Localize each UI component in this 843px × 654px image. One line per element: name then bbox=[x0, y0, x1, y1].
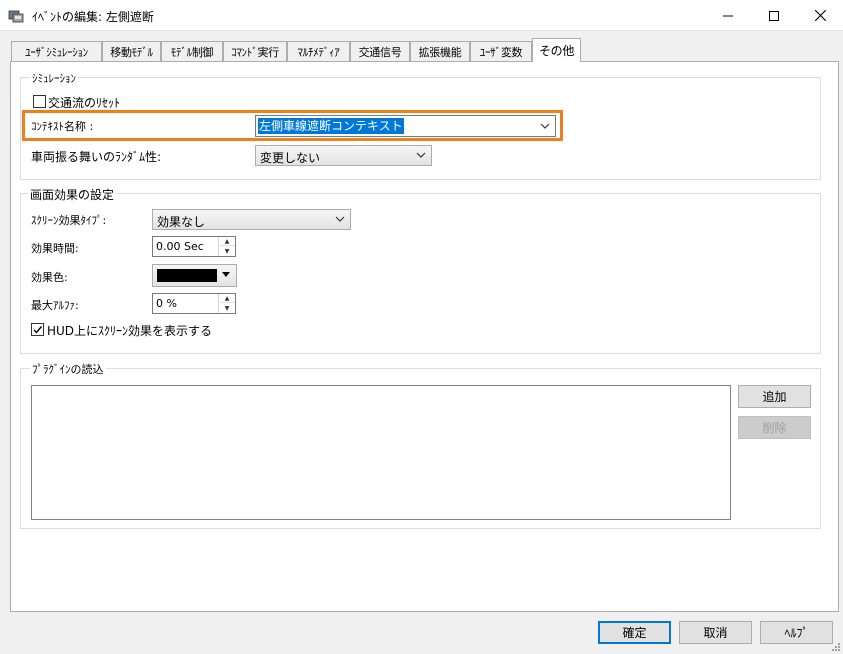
tab-user-variables[interactable]: ﾕｰｻﾞ変数 bbox=[470, 41, 532, 61]
color-swatch bbox=[157, 269, 217, 282]
randomness-value: 変更しない bbox=[260, 151, 321, 165]
spin-down-icon[interactable]: ▼ bbox=[219, 304, 235, 313]
tab-extensions[interactable]: 拡張機能 bbox=[410, 41, 470, 61]
randomness-label: 車両振る舞いのﾗﾝﾀﾞﾑ性: bbox=[31, 150, 162, 164]
effect-duration-spinner[interactable]: 0.00 Sec ▲ ▼ bbox=[152, 236, 236, 257]
close-icon bbox=[814, 10, 826, 21]
chevron-down-icon bbox=[416, 152, 426, 158]
chevron-down-icon bbox=[540, 123, 550, 129]
tab-command-execution[interactable]: ｺﾏﾝﾄﾞ実行 bbox=[223, 41, 287, 61]
simulation-legend: ｼﾐｭﾚｰｼｮﾝ bbox=[30, 70, 78, 86]
hud-effect-label: HUD上にｽｸﾘｰﾝ効果を表示する bbox=[47, 324, 213, 338]
tab-user-simulation[interactable]: ﾕｰｻﾞｼﾐｭﾚｰｼｮﾝ bbox=[11, 41, 102, 61]
screen-effect-type-value: 効果なし bbox=[157, 215, 206, 229]
minimize-icon bbox=[723, 15, 733, 16]
ok-button[interactable]: 確定 bbox=[598, 621, 671, 644]
tab-movement-model[interactable]: 移動ﾓﾃﾞﾙ bbox=[102, 41, 161, 61]
tab-other[interactable]: その他 bbox=[532, 38, 581, 62]
help-button[interactable]: ﾍﾙﾌﾟ bbox=[760, 621, 833, 644]
spin-up-icon[interactable]: ▲ bbox=[219, 294, 235, 303]
maximize-icon bbox=[769, 10, 779, 21]
effect-color-label: 効果色: bbox=[31, 271, 68, 284]
plugins-list[interactable] bbox=[31, 385, 731, 520]
screen-effect-legend: 画面効果の設定 bbox=[28, 186, 117, 203]
tab-multimedia[interactable]: ﾏﾙﾁﾒﾃﾞｨｱ bbox=[287, 41, 350, 61]
effect-duration-value: 0.00 Sec bbox=[156, 240, 204, 253]
checkmark-icon bbox=[33, 326, 43, 334]
tab-model-control[interactable]: ﾓﾃﾞﾙ制御 bbox=[161, 41, 223, 61]
effect-duration-label: 効果時間: bbox=[31, 242, 79, 255]
spin-up-icon[interactable]: ▲ bbox=[219, 237, 235, 246]
spin-down-icon[interactable]: ▼ bbox=[219, 247, 235, 256]
hud-effect-checkbox[interactable] bbox=[31, 323, 44, 336]
close-button[interactable] bbox=[797, 0, 843, 31]
reset-traffic-checkbox[interactable] bbox=[33, 95, 46, 108]
plugins-legend: ﾌﾟﾗｸﾞｲﾝの読込 bbox=[30, 361, 106, 377]
chevron-down-icon bbox=[335, 216, 345, 222]
context-name-label: ｺﾝﾃｷｽﾄ名称 : bbox=[31, 120, 94, 133]
max-alpha-value: 0 % bbox=[156, 297, 177, 310]
title-bar: ｲﾍﾞﾝﾄの編集: 左側遮断 bbox=[0, 0, 843, 31]
maximize-button[interactable] bbox=[751, 0, 797, 31]
context-name-value: 左側車線遮断コンテキスト bbox=[258, 118, 404, 134]
reset-traffic-label: 交通流のﾘｾｯﾄ bbox=[48, 96, 121, 110]
screen-effect-type-dropdown[interactable]: 効果なし bbox=[152, 209, 351, 230]
cancel-button[interactable]: 取消 bbox=[679, 621, 752, 644]
add-plugin-button[interactable]: 追加 bbox=[738, 385, 811, 408]
screen-effect-type-label: ｽｸﾘｰﾝ効果ﾀｲﾌﾟ: bbox=[31, 214, 107, 227]
randomness-dropdown[interactable]: 変更しない bbox=[255, 145, 432, 166]
dropdown-arrow-icon bbox=[222, 272, 230, 277]
size-grip-icon[interactable] bbox=[830, 641, 841, 652]
context-name-combobox[interactable]: 左側車線遮断コンテキスト bbox=[255, 115, 556, 137]
max-alpha-spinner[interactable]: 0 % ▲ ▼ bbox=[152, 293, 236, 314]
minimize-button[interactable] bbox=[705, 0, 751, 31]
max-alpha-label: 最大ｱﾙﾌｧ: bbox=[31, 299, 79, 312]
delete-plugin-button[interactable]: 削除 bbox=[738, 416, 811, 439]
effect-color-picker[interactable] bbox=[152, 264, 237, 287]
app-icon bbox=[8, 10, 24, 23]
window-title: ｲﾍﾞﾝﾄの編集: 左側遮断 bbox=[32, 10, 154, 24]
tab-traffic-signal[interactable]: 交通信号 bbox=[350, 41, 410, 61]
